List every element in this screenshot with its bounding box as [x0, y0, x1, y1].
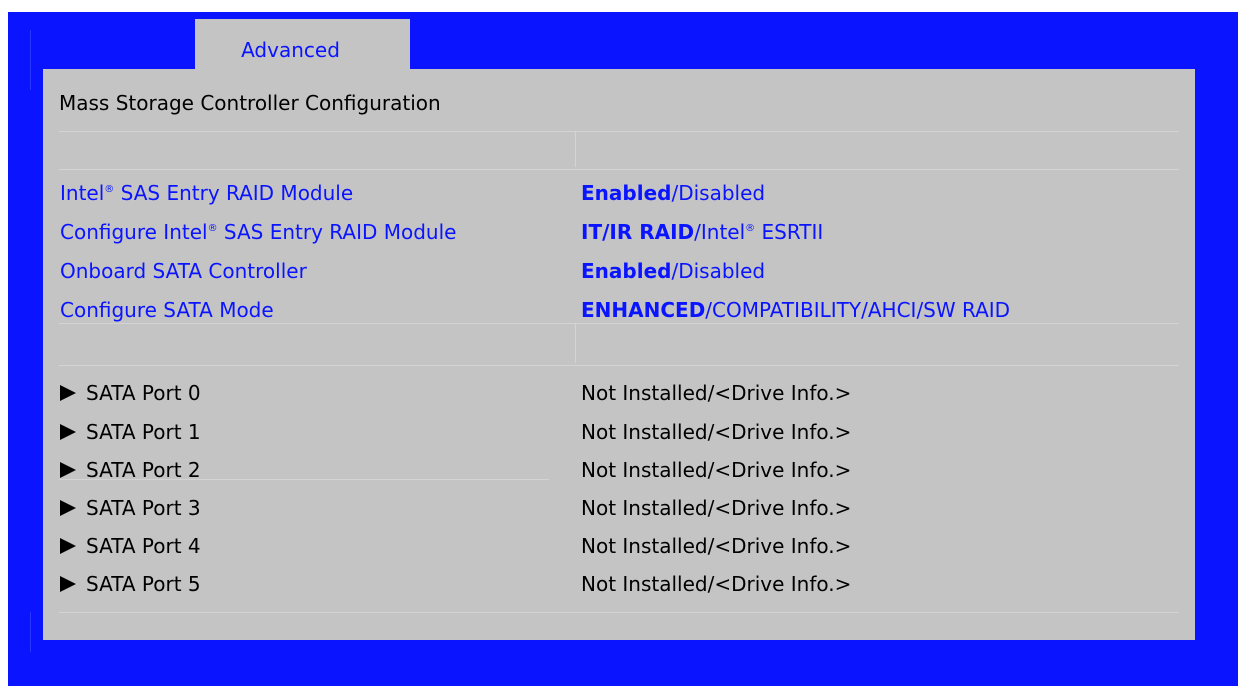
sata-port-value: Not Installed/<Drive Info.>	[581, 420, 852, 444]
sata-port-label: SATA Port 1	[60, 420, 201, 444]
setting-value: ENHANCED/COMPATIBILITY/AHCI/SW RAID	[581, 298, 1011, 322]
sata-port-label: SATA Port 0	[60, 381, 201, 405]
setting-row-configure-sas-raid[interactable]: Configure Intel® SAS Entry RAID Module I…	[43, 214, 1195, 252]
setting-label: Onboard SATA Controller	[60, 259, 307, 283]
sata-port-row-1[interactable]: SATA Port 1 Not Installed/<Drive Info.>	[43, 414, 1195, 452]
setting-row-onboard-sata[interactable]: Onboard SATA Controller Enabled/Disabled	[43, 253, 1195, 291]
sata-port-row-4[interactable]: SATA Port 4 Not Installed/<Drive Info.>	[43, 528, 1195, 566]
sata-port-label: SATA Port 5	[60, 572, 201, 596]
setting-value: Enabled/Disabled	[581, 181, 766, 205]
sata-port-value: Not Installed/<Drive Info.>	[581, 458, 852, 482]
setting-label: Configure SATA Mode	[60, 298, 274, 322]
setting-value: Enabled/Disabled	[581, 259, 766, 283]
setting-label: Intel® SAS Entry RAID Module	[60, 181, 354, 205]
triangle-right-icon	[60, 500, 76, 516]
sata-port-row-5[interactable]: SATA Port 5 Not Installed/<Drive Info.>	[43, 566, 1195, 604]
setting-row-sata-mode[interactable]: Configure SATA Mode ENHANCED/COMPATIBILI…	[43, 292, 1195, 330]
tab-advanced-label: Advanced	[241, 38, 340, 62]
sata-port-value: Not Installed/<Drive Info.>	[581, 572, 852, 596]
setting-row-sas-raid[interactable]: Intel® SAS Entry RAID Module Enabled/Dis…	[43, 175, 1195, 213]
setting-label: Configure Intel® SAS Entry RAID Module	[60, 220, 457, 244]
triangle-right-icon	[60, 538, 76, 554]
triangle-right-icon	[60, 385, 76, 401]
sata-port-label: SATA Port 3	[60, 496, 201, 520]
sata-port-row-2[interactable]: SATA Port 2 Not Installed/<Drive Info.>	[43, 452, 1195, 490]
triangle-right-icon	[60, 424, 76, 440]
sata-port-value: Not Installed/<Drive Info.>	[581, 381, 852, 405]
sata-port-row-3[interactable]: SATA Port 3 Not Installed/<Drive Info.>	[43, 490, 1195, 528]
sata-port-label: SATA Port 4	[60, 534, 201, 558]
triangle-right-icon	[60, 576, 76, 592]
triangle-right-icon	[60, 462, 76, 478]
sata-port-label: SATA Port 2	[60, 458, 201, 482]
panel-title: Mass Storage Controller Configuration	[59, 91, 441, 115]
settings-panel: Mass Storage Controller Configuration In…	[43, 69, 1195, 640]
sata-port-value: Not Installed/<Drive Info.>	[581, 496, 852, 520]
sata-port-row-0[interactable]: SATA Port 0 Not Installed/<Drive Info.>	[43, 375, 1195, 413]
sata-port-value: Not Installed/<Drive Info.>	[581, 534, 852, 558]
setting-value: IT/IR RAID/Intel® ESRTII	[581, 220, 824, 244]
